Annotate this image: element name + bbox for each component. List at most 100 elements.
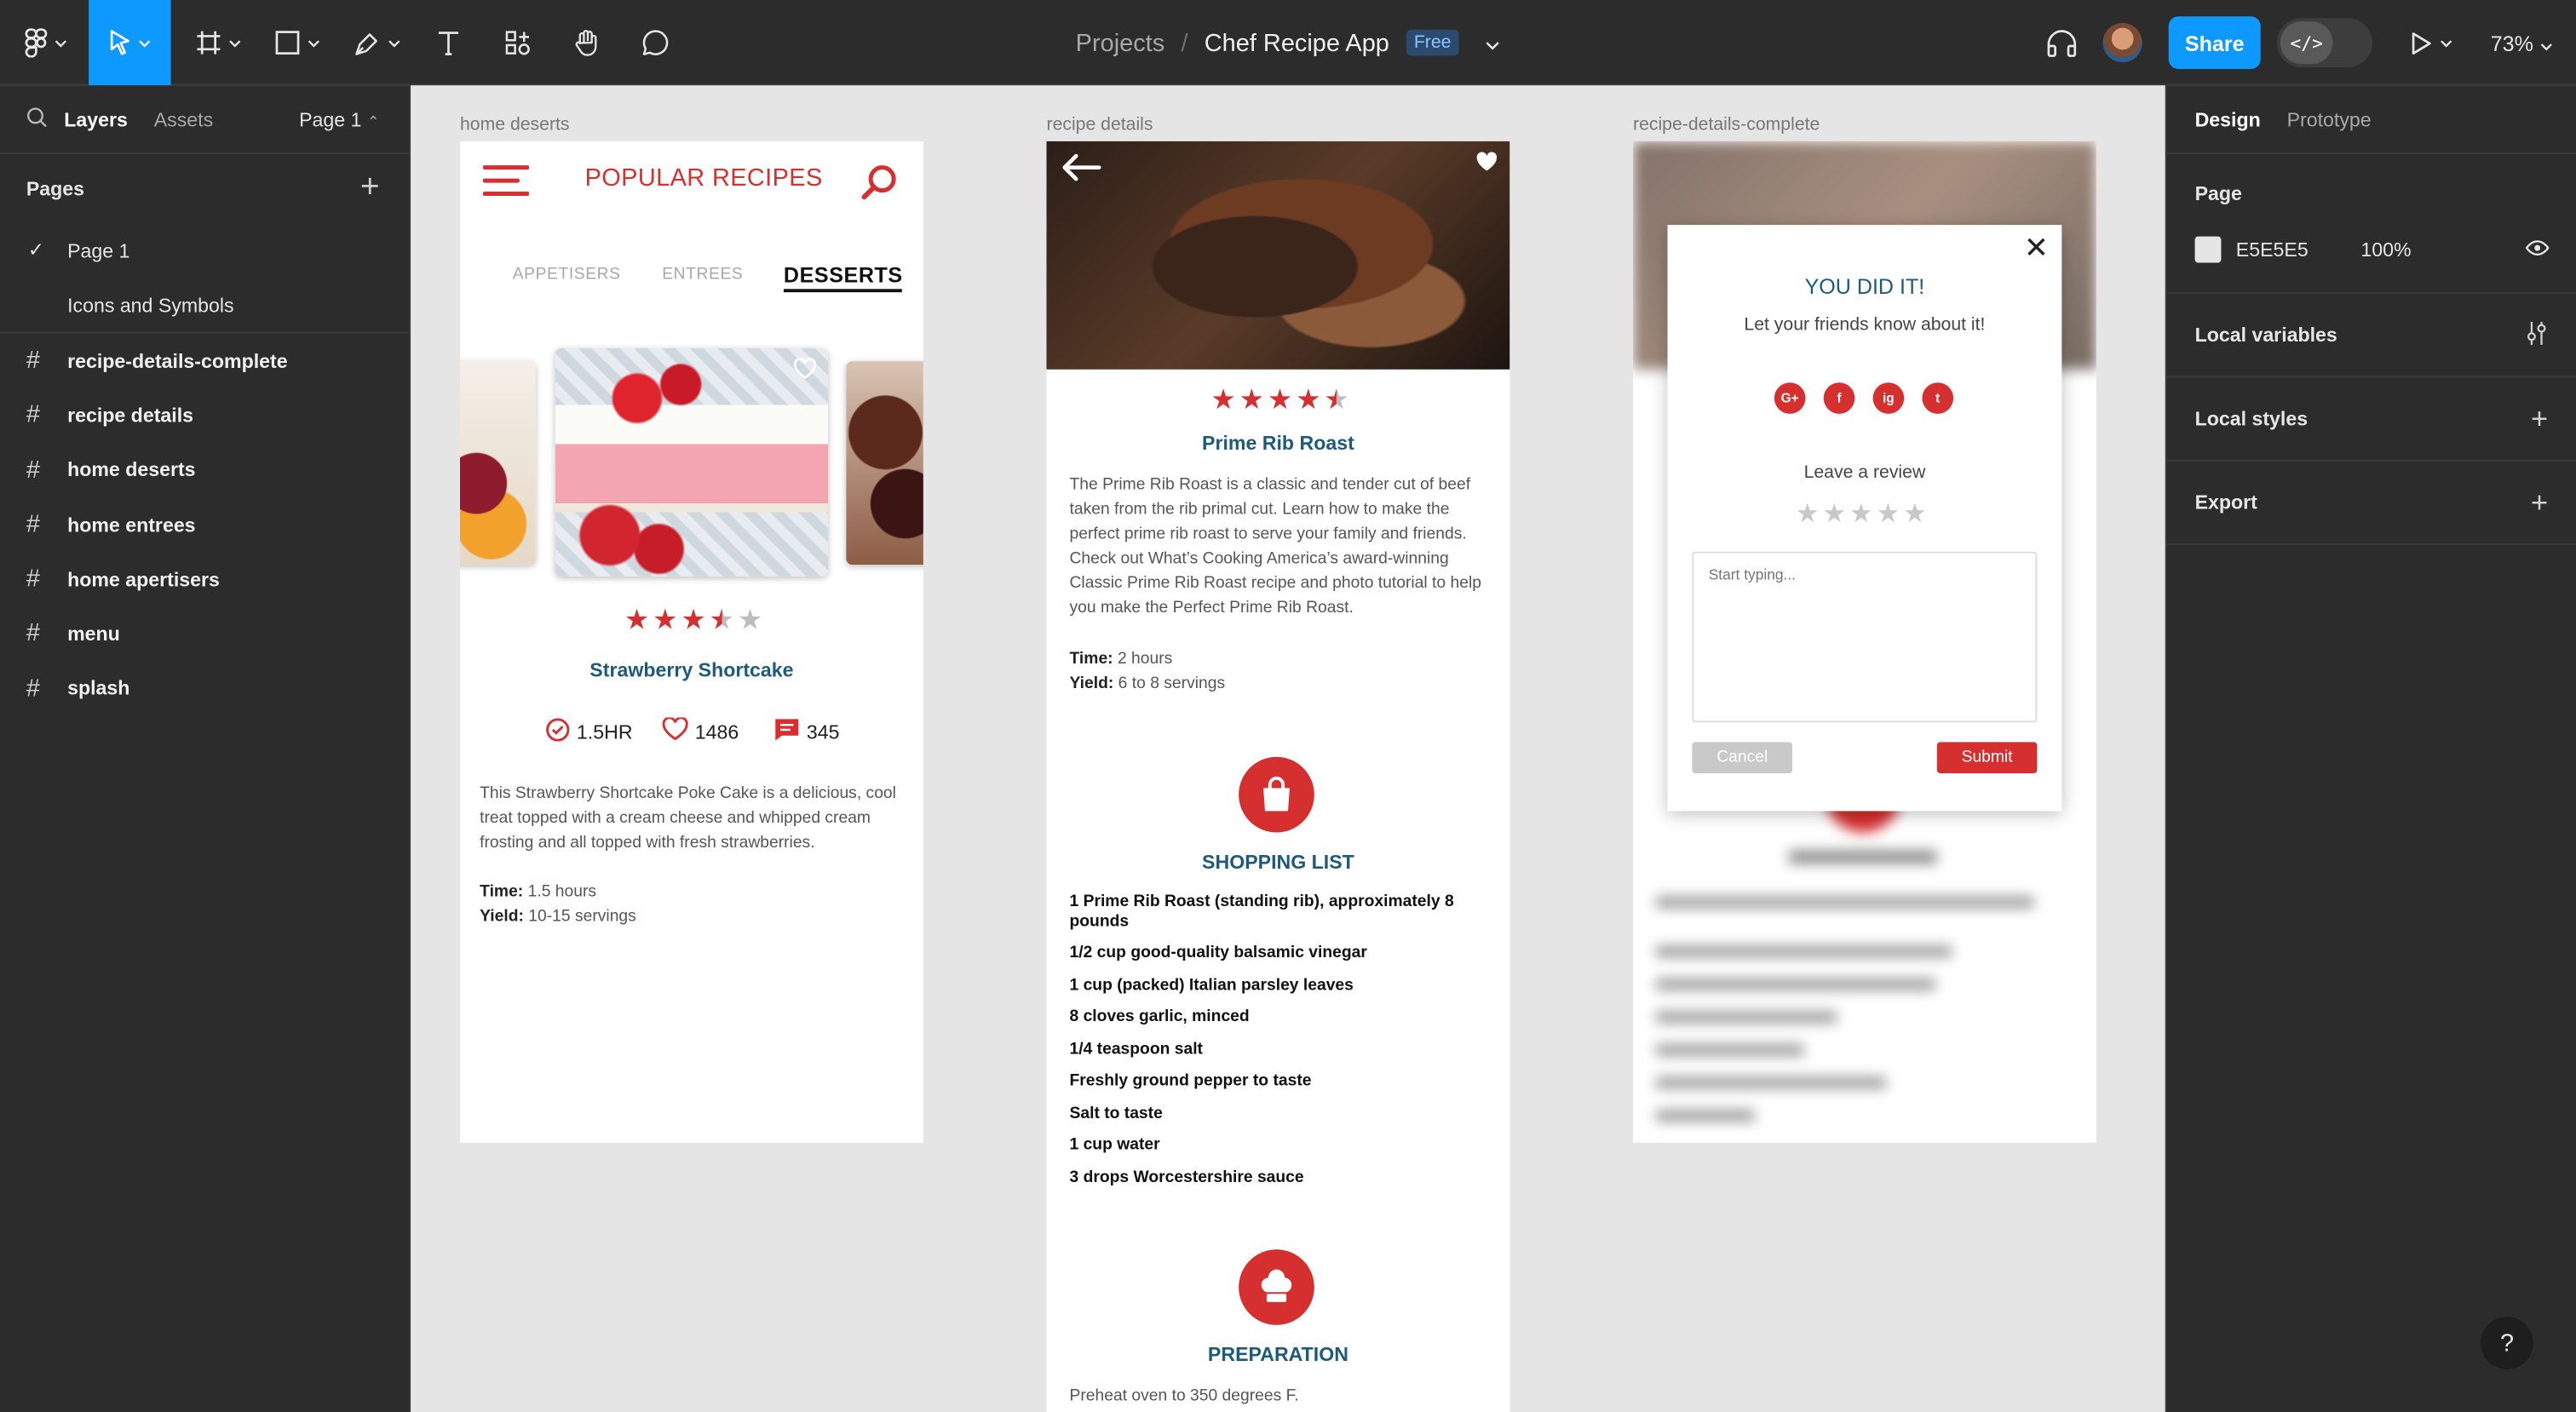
search-icon[interactable]: [861, 164, 897, 209]
text-tool-button[interactable]: [424, 0, 474, 85]
eye-icon[interactable]: [2525, 238, 2550, 261]
heart-filled-icon[interactable]: [1475, 151, 1498, 181]
tab-prototype[interactable]: Prototype: [2287, 107, 2372, 130]
frame-home-deserts[interactable]: POPULAR RECIPES APPETISERS ENTREES DESSE…: [459, 141, 923, 1143]
page-color-swatch[interactable]: [2194, 236, 2222, 263]
zoom-menu[interactable]: 73%: [2491, 0, 2553, 85]
variables-settings-icon[interactable]: [2525, 320, 2548, 352]
page-fill-row[interactable]: E5E5E5 100%: [2167, 221, 2576, 278]
star-icon[interactable]: ★: [1876, 497, 1900, 531]
file-name[interactable]: Chef Recipe App: [1205, 29, 1389, 57]
food-card-strawberry-shortcake[interactable]: [555, 347, 828, 577]
tab-layers[interactable]: Layers: [64, 107, 128, 130]
play-icon: [2410, 31, 2433, 55]
layer-frame-row[interactable]: # recipe details: [0, 388, 409, 443]
present-button[interactable]: [2399, 0, 2464, 85]
heart-icon: [662, 716, 688, 745]
user-avatar[interactable]: [2102, 22, 2142, 63]
layer-frame-row[interactable]: # home deserts: [0, 443, 409, 497]
layer-frame-row[interactable]: # recipe-details-complete: [0, 333, 409, 387]
tab-design[interactable]: Design: [2195, 107, 2261, 130]
components-icon: [503, 29, 532, 57]
hand-tool-button[interactable]: [562, 0, 612, 85]
breadcrumb-separator: /: [1181, 28, 1188, 57]
star-icon[interactable]: ★: [1849, 497, 1873, 531]
layer-frame-row[interactable]: # home entrees: [0, 497, 409, 552]
add-style-icon[interactable]: +: [2531, 404, 2548, 433]
cancel-button[interactable]: Cancel: [1692, 742, 1793, 774]
frame-label[interactable]: home deserts: [460, 115, 570, 135]
search-icon[interactable]: [26, 106, 48, 132]
audio-button[interactable]: [2037, 0, 2086, 85]
file-menu-chevron-icon[interactable]: [1486, 29, 1500, 57]
star-icon: ★: [1267, 384, 1293, 416]
layer-frame-row[interactable]: # menu: [0, 606, 409, 661]
facebook-icon[interactable]: f: [1823, 382, 1855, 414]
pages-header: Pages +: [0, 154, 409, 223]
yield-label: Yield:: [1069, 674, 1114, 693]
frame-label[interactable]: recipe details: [1046, 115, 1153, 135]
breadcrumb-projects-link[interactable]: Projects: [1076, 29, 1165, 57]
chevron-down-icon: [308, 38, 320, 47]
frame-recipe-details-complete[interactable]: ✕ YOU DID IT! Let your friends know abou…: [1632, 141, 2096, 1143]
star-icon[interactable]: ★: [1822, 497, 1846, 531]
page-color-hex[interactable]: E5E5E5: [2236, 238, 2309, 261]
frame-tool-button[interactable]: [184, 0, 253, 85]
frame-label[interactable]: recipe-details-complete: [1633, 115, 1820, 135]
layer-frame-row[interactable]: # home apertisers: [0, 552, 409, 606]
layer-frame-row[interactable]: # splash: [0, 662, 409, 716]
design-canvas[interactable]: home deserts POPULAR RECIPES APPETISERS …: [411, 85, 2165, 1412]
figma-logo-icon: [25, 28, 48, 58]
move-tool-button[interactable]: [89, 0, 171, 86]
food-card-previous[interactable]: [459, 361, 536, 565]
comments-stat[interactable]: 345: [773, 717, 840, 747]
star-icon[interactable]: ★: [1796, 497, 1820, 531]
add-page-icon[interactable]: +: [360, 171, 380, 204]
resources-button[interactable]: [493, 0, 543, 85]
main-menu-button[interactable]: [16, 0, 75, 85]
plan-badge[interactable]: Free: [1406, 29, 1460, 56]
back-arrow-icon[interactable]: [1060, 152, 1102, 190]
hamburger-menu-icon[interactable]: [482, 164, 530, 205]
frame-recipe-details[interactable]: ★ ★ ★ ★ ★ Prime Rib Roast The Prime Rib Roas…: [1046, 141, 1510, 1412]
layer-label: menu: [67, 622, 120, 646]
recipe-name[interactable]: Strawberry Shortcake: [460, 658, 923, 681]
close-icon[interactable]: ✕: [2024, 232, 2049, 266]
category-tab-entrees[interactable]: ENTREES: [662, 266, 743, 284]
likes-stat[interactable]: 1486: [662, 716, 739, 745]
heart-outline-icon[interactable]: [793, 358, 817, 387]
comment-tool-button[interactable]: [631, 0, 681, 85]
page-selector[interactable]: Page 1 ⌃: [299, 108, 379, 131]
page-opacity[interactable]: 100%: [2360, 238, 2411, 261]
pen-tool-button[interactable]: [342, 0, 411, 85]
category-tab-desserts[interactable]: DESSERTS: [783, 262, 903, 293]
tab-assets[interactable]: Assets: [154, 107, 213, 130]
twitter-icon[interactable]: t: [1922, 382, 1954, 414]
add-export-icon[interactable]: +: [2531, 488, 2548, 518]
star-icon[interactable]: ★: [1903, 497, 1927, 531]
food-card-next[interactable]: [846, 361, 923, 565]
ingredient-item: 1/4 teaspoon salt: [1069, 1041, 1203, 1059]
category-tab-appetisers[interactable]: APPETISERS: [513, 266, 621, 284]
local-styles-row[interactable]: Local styles +: [2166, 377, 2576, 462]
share-button[interactable]: Share: [2168, 16, 2261, 69]
chef-hat-icon: [1239, 1249, 1314, 1325]
google-plus-icon[interactable]: G+: [1774, 382, 1806, 414]
shopping-list-title: SHOPPING LIST: [1202, 850, 1354, 874]
help-button[interactable]: ?: [2481, 1317, 2533, 1369]
recipe-time: Time: 1.5 hours: [480, 880, 596, 904]
instagram-icon[interactable]: ig: [1872, 382, 1905, 414]
completion-modal: ✕ YOU DID IT! Let your friends know abou…: [1667, 225, 2062, 812]
review-star-input[interactable]: ★ ★ ★ ★ ★: [1796, 497, 1927, 531]
review-textarea[interactable]: [1692, 551, 2038, 723]
export-label: Export: [2194, 491, 2257, 514]
page-item-icons-and-symbols[interactable]: Icons and Symbols: [0, 278, 409, 332]
star-icon: ★: [737, 604, 763, 636]
submit-button[interactable]: Submit: [1936, 742, 2038, 774]
shape-tool-button[interactable]: [263, 0, 332, 85]
page-item-page-1[interactable]: ✓ Page 1: [0, 223, 409, 278]
export-row[interactable]: Export +: [2166, 462, 2576, 546]
dev-mode-toggle[interactable]: </>: [2276, 18, 2372, 68]
local-variables-row[interactable]: Local variables: [2166, 294, 2576, 378]
page-section-title: Page: [2194, 181, 2242, 205]
